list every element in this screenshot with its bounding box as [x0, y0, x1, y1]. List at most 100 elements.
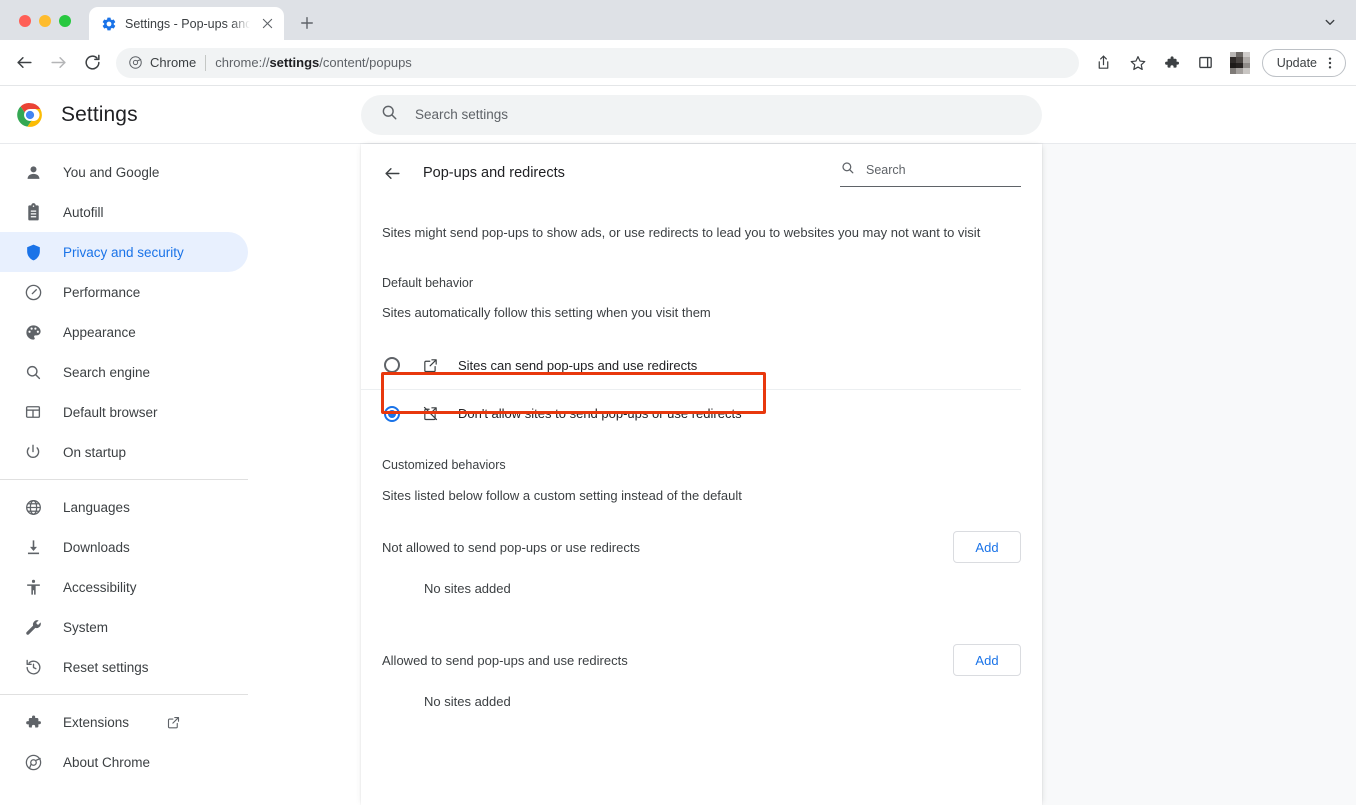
sidebar-item-downloads[interactable]: Downloads: [0, 527, 248, 567]
default-behavior-heading: Default behavior: [382, 276, 474, 290]
radio-option-label: Don't allow sites to send pop-ups or use…: [458, 406, 742, 421]
shield-icon: [23, 242, 43, 262]
origin-chip-label: Chrome: [150, 55, 197, 70]
sidebar-item-label: Languages: [63, 499, 130, 515]
allowed-list-header: Allowed to send pop-ups and use redirect…: [361, 636, 1042, 684]
settings-content-card: Pop-ups and redirects Search Sites might…: [361, 144, 1042, 805]
content-header: Pop-ups and redirects Search: [361, 144, 1042, 202]
add-button-allowed[interactable]: Add: [953, 644, 1021, 676]
radio-button-selected[interactable]: [382, 404, 402, 424]
back-arrow-icon[interactable]: [382, 163, 402, 183]
close-window-button[interactable]: [19, 15, 31, 27]
tab-strip: Settings - Pop-ups and redirec: [0, 0, 1356, 40]
puzzle-icon: [23, 712, 43, 732]
settings-gear-icon: [101, 16, 117, 32]
address-bar[interactable]: Chrome chrome://settings/content/popups: [116, 47, 1079, 78]
settings-search-input[interactable]: Search settings: [361, 94, 1042, 135]
star-icon[interactable]: [1122, 47, 1154, 79]
globe-icon: [23, 497, 43, 517]
minimize-window-button[interactable]: [39, 15, 51, 27]
page-title: Settings: [61, 102, 138, 126]
share-icon[interactable]: [1088, 47, 1120, 79]
sidebar-item-performance[interactable]: Performance: [0, 272, 248, 312]
sidebar-item-label: You and Google: [63, 164, 160, 180]
sidebar-item-label: Downloads: [63, 539, 130, 555]
empty-state-allowed: No sites added: [424, 694, 511, 709]
sidebar-item-label: Reset settings: [63, 659, 149, 675]
sidebar-item-accessibility[interactable]: Accessibility: [0, 567, 248, 607]
page-right-padding: [1042, 144, 1356, 805]
chevron-down-icon[interactable]: [1318, 10, 1342, 34]
sidebar-item-languages[interactable]: Languages: [0, 487, 248, 527]
sidebar-item-label: Privacy and security: [63, 244, 184, 260]
browser-window-icon: [23, 402, 43, 422]
forward-arrow-icon[interactable]: [42, 47, 74, 79]
address-bar-url: chrome://settings/content/popups: [215, 55, 412, 70]
settings-sidebar: You and Google Autofill Privacy and secu…: [0, 144, 361, 805]
settings-brand: Settings: [0, 102, 361, 128]
update-button-label: Update: [1276, 55, 1317, 70]
search-icon: [380, 103, 398, 126]
sidebar-item-label: Appearance: [63, 324, 136, 340]
close-tab-button[interactable]: [258, 15, 276, 33]
sidebar-item-appearance[interactable]: Appearance: [0, 312, 248, 352]
open-in-new-icon: [420, 355, 440, 375]
radio-option-allow-popups[interactable]: Sites can send pop-ups and use redirects: [361, 341, 1042, 389]
accessibility-icon: [23, 577, 43, 597]
maximize-window-button[interactable]: [59, 15, 71, 27]
chrome-origin-chip: Chrome: [128, 55, 196, 70]
sidebar-item-on-startup[interactable]: On startup: [0, 432, 248, 472]
content-search-placeholder: Search: [866, 162, 906, 177]
speedometer-icon: [23, 282, 43, 302]
sidebar-item-system[interactable]: System: [0, 607, 248, 647]
update-button[interactable]: Update: [1261, 48, 1346, 77]
radio-option-block-popups[interactable]: Don't allow sites to send pop-ups or use…: [361, 389, 1021, 437]
content-search-input[interactable]: Search: [840, 160, 1021, 187]
sidebar-item-extensions[interactable]: Extensions: [0, 702, 248, 742]
clipboard-icon: [23, 202, 43, 222]
palette-icon: [23, 322, 43, 342]
intro-description: Sites might send pop-ups to show ads, or…: [382, 225, 981, 240]
customized-behaviors-description: Sites listed below follow a custom setti…: [382, 488, 742, 503]
profile-avatar[interactable]: [1229, 51, 1250, 74]
browser-tab[interactable]: Settings - Pop-ups and redirec: [89, 7, 284, 40]
power-icon: [23, 442, 43, 462]
sidebar-item-default-browser[interactable]: Default browser: [0, 392, 248, 432]
sidebar-item-label: Performance: [63, 284, 141, 300]
puzzle-icon[interactable]: [1156, 47, 1188, 79]
add-button-not-allowed[interactable]: Add: [953, 531, 1021, 563]
back-arrow-icon[interactable]: [8, 47, 40, 79]
sidebar-item-search-engine[interactable]: Search engine: [0, 352, 248, 392]
empty-state-not-allowed: No sites added: [424, 581, 511, 596]
sidebar-item-label: System: [63, 619, 109, 635]
chrome-icon: [23, 752, 43, 772]
tab-title: Settings - Pop-ups and redirec: [125, 16, 250, 31]
not-allowed-list-header: Not allowed to send pop-ups or use redir…: [361, 523, 1042, 571]
sidebar-item-about-chrome[interactable]: About Chrome: [0, 742, 248, 782]
radio-button-unselected[interactable]: [382, 355, 402, 375]
window-controls: [0, 15, 83, 40]
sidebar-item-reset-settings[interactable]: Reset settings: [0, 647, 248, 687]
new-tab-button[interactable]: [293, 9, 321, 37]
history-restore-icon: [23, 657, 43, 677]
sidebar-divider-2: [0, 694, 248, 695]
radio-option-label: Sites can send pop-ups and use redirects: [458, 357, 698, 373]
omnibox-divider: [205, 54, 207, 71]
content-title: Pop-ups and redirects: [423, 165, 565, 181]
sidebar-item-label: About Chrome: [63, 754, 151, 770]
sidebar-item-you-and-google[interactable]: You and Google: [0, 152, 248, 192]
side-panel-icon[interactable]: [1190, 47, 1222, 79]
reload-icon[interactable]: [76, 47, 108, 79]
sidebar-item-label: Search engine: [63, 364, 151, 380]
sidebar-item-autofill[interactable]: Autofill: [0, 192, 248, 232]
sidebar-item-label: Autofill: [63, 204, 104, 220]
sidebar-item-privacy-and-security[interactable]: Privacy and security: [0, 232, 248, 272]
open-in-new-icon: [166, 714, 182, 730]
open-in-new-off-icon: [420, 404, 440, 424]
three-dot-menu-icon[interactable]: [1319, 52, 1341, 74]
wrench-icon: [23, 617, 43, 637]
list-label: Allowed to send pop-ups and use redirect…: [382, 652, 628, 668]
person-icon: [23, 162, 43, 182]
customized-behaviors-heading: Customized behaviors: [382, 458, 506, 472]
settings-page: You and Google Autofill Privacy and secu…: [0, 144, 1356, 805]
